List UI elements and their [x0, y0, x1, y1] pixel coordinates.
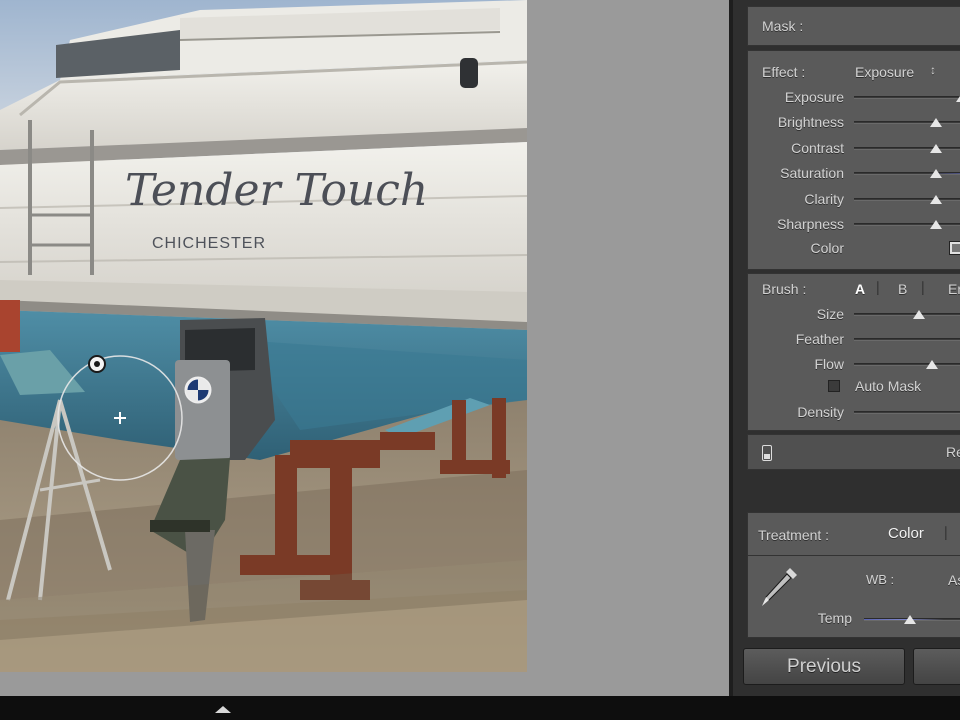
effect-color-label: Color [810, 240, 844, 256]
effect-contrast-slider[interactable] [854, 146, 960, 150]
wb-eyedropper-icon[interactable] [760, 564, 800, 608]
effect-sharpness-slider-thumb[interactable] [929, 220, 942, 229]
density-slider[interactable] [854, 411, 960, 414]
home-port-text: CHICHESTER [152, 235, 266, 252]
filmstrip-toggle-arrow-icon[interactable] [215, 706, 231, 713]
reset-button[interactable]: Re [946, 444, 960, 460]
effect-sharpness-slider[interactable] [854, 223, 960, 226]
reset-panel-button[interactable] [913, 648, 960, 685]
effect-exposure-slider[interactable] [854, 96, 960, 99]
color-swatch-cross-icon [952, 244, 960, 252]
brush-size-slider-thumb[interactable] [913, 310, 926, 319]
effect-contrast-label: Contrast [791, 139, 844, 156]
brush-feather-slider[interactable] [854, 338, 960, 341]
brush-size-slider[interactable] [854, 313, 960, 316]
effect-saturation-slider-thumb[interactable] [929, 169, 942, 179]
effect-label: Effect : [762, 64, 806, 80]
effect-preset-dropdown[interactable]: Exposure [855, 64, 914, 80]
brush-option-b[interactable]: B [898, 281, 907, 297]
effect-brightness-slider-thumb[interactable] [929, 118, 942, 128]
effect-clarity-slider-thumb[interactable] [929, 194, 942, 204]
mask-toggle-switch-icon[interactable] [762, 445, 772, 461]
effect-exposure-slider-thumb[interactable] [955, 93, 960, 102]
effect-clarity-slider[interactable] [854, 197, 960, 201]
effect-saturation-slider[interactable] [854, 172, 960, 176]
temp-slider-thumb[interactable] [904, 615, 916, 624]
photo-canvas[interactable]: Tender Touch CHICHESTER [0, 0, 527, 672]
lightroom-develop-window: Tender Touch CHICHESTER Mask: Effect: … [0, 0, 960, 720]
effect-brightness-slider[interactable] [854, 121, 960, 125]
mask-tools-footer: Re [747, 434, 960, 470]
boat-name-text: Tender Touch [125, 165, 428, 216]
previous-button[interactable]: Previous [743, 648, 905, 685]
wb-preset-dropdown[interactable]: As [948, 572, 960, 588]
brush-flow-slider[interactable] [854, 363, 960, 366]
filmstrip-bar [0, 696, 960, 720]
effect-sharpness-label: Sharpness [777, 216, 844, 232]
brush-flow-slider-thumb[interactable] [926, 360, 939, 369]
boat-photo: Tender Touch CHICHESTER [0, 0, 527, 672]
brush-section: Brush : A | B | Er Size Feather Flow Auto … [747, 273, 960, 431]
white-balance-section: WB : As Temp [747, 556, 960, 638]
brush-option-erase[interactable]: Er [948, 281, 960, 297]
brush-flow-label: Flow [814, 356, 844, 372]
canvas-background-right [527, 0, 729, 696]
treatment-color-option[interactable]: Color [888, 525, 924, 542]
brush-feather-label: Feather [795, 331, 844, 347]
canvas-background-bottom [0, 672, 729, 696]
mask-label: Mask : [762, 18, 804, 34]
auto-mask-label: Auto Mask [855, 378, 922, 394]
auto-mask-checkbox[interactable] [828, 380, 840, 392]
effect-brightness-label: Brightness [777, 114, 844, 131]
effect-clarity-label: Clarity [804, 190, 844, 207]
mask-section: Mask : [747, 6, 960, 46]
develop-right-panel: Mask : Effect : Exposure ↕ Exposure Brigh… [729, 0, 960, 696]
brush-label: Brush : [762, 281, 807, 297]
dropdown-arrows-icon: ↕ [930, 63, 936, 77]
effect-saturation-label: Saturation [780, 165, 844, 182]
basic-treatment-row: Treatment : Color | [747, 512, 960, 556]
brush-option-a[interactable]: A [855, 281, 865, 297]
effect-exposure-label: Exposure [784, 89, 844, 105]
temp-label: Temp [817, 610, 852, 626]
effect-section: Effect : Exposure ↕ Exposure Brightness Co… [747, 50, 960, 270]
brush-size-label: Size [816, 306, 844, 322]
effect-contrast-slider-thumb[interactable] [929, 143, 942, 153]
treatment-label: Treatment : [758, 527, 830, 543]
density-label: Density [797, 404, 844, 420]
wb-label: WB : [866, 572, 895, 587]
